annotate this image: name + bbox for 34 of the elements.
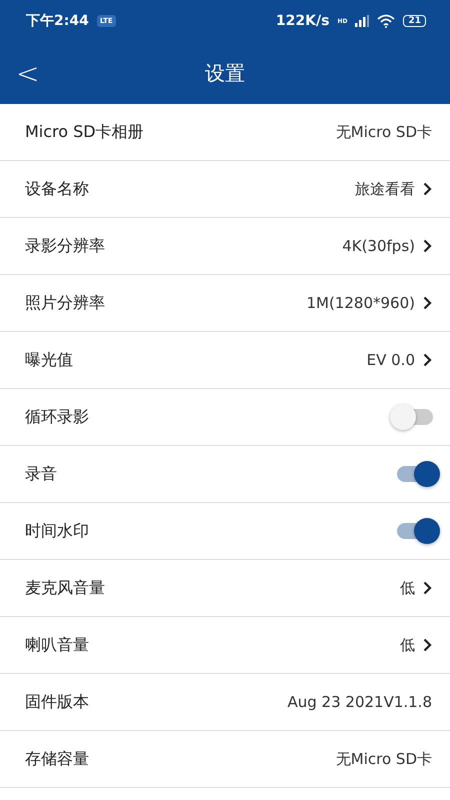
chevron-right-icon [423, 296, 432, 310]
setting-label: 录影分辨率 [25, 236, 106, 256]
status-time: 下午2:44 [26, 12, 89, 30]
setting-label: Micro SD卡相册 [25, 122, 145, 142]
setting-value: 无Micro SD卡 [336, 750, 432, 768]
signal-icon [355, 15, 370, 27]
setting-value: 低 [400, 636, 415, 654]
setting-label: 喇叭音量 [25, 634, 90, 656]
setting-value: 旅途看看 [355, 180, 415, 198]
setting-label: 设备名称 [25, 178, 90, 200]
setting-label: 循环录影 [25, 406, 90, 428]
back-button[interactable]: < [0, 56, 40, 90]
setting-value: 低 [400, 578, 415, 598]
setting-value: 无Micro SD卡 [336, 122, 432, 142]
chevron-right-icon [423, 581, 432, 595]
setting-value: 1M(1280*960) [306, 294, 415, 312]
wifi-icon [377, 14, 396, 28]
setting-label: 存储容量 [25, 748, 90, 770]
setting-value: Aug 23 2021V1.1.8 [287, 693, 432, 711]
network-speed: 122K/s [276, 13, 330, 29]
setting-label: 录音 [25, 464, 58, 484]
battery-level: 21 [403, 15, 426, 27]
chevron-right-icon [423, 239, 432, 253]
setting-label: 照片分辨率 [25, 292, 106, 314]
setting-value: 4K(30fps) [342, 237, 415, 255]
chevron-right-icon [423, 182, 432, 196]
setting-label: 时间水印 [25, 520, 90, 542]
chevron-right-icon [423, 353, 432, 367]
setting-value: EV 0.0 [366, 351, 415, 369]
setting-label: 曝光值 [25, 350, 74, 370]
page-title: 设置 [205, 60, 245, 86]
setting-label: 麦克风音量 [25, 578, 106, 598]
setting-label: 固件版本 [25, 692, 90, 712]
chevron-right-icon [423, 638, 432, 652]
